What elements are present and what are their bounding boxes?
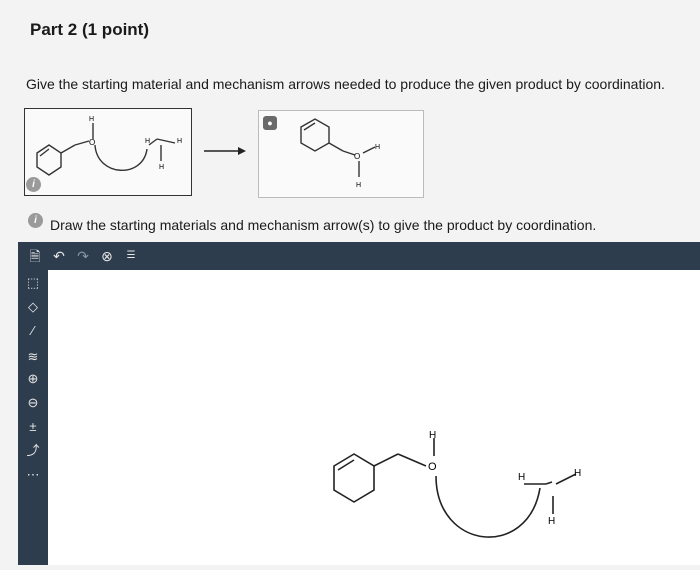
part-title: Part 2 (1 point)	[30, 20, 150, 39]
eraser-icon[interactable]: ◇	[24, 298, 42, 316]
arrow-icon[interactable]: ⤴	[24, 442, 42, 460]
template-icon[interactable]: ☰	[122, 247, 140, 265]
start-h-top: H	[89, 116, 94, 123]
canvas-o: O	[428, 461, 437, 473]
positive-charge-icon[interactable]: ⊕	[24, 370, 42, 388]
product-structure: O H H	[300, 118, 380, 189]
product-h2: H	[356, 182, 361, 189]
product-panel: O H H	[258, 110, 424, 198]
canvas-structure: H O H H H	[333, 430, 581, 538]
zoom-reset-icon[interactable]: ⊗	[98, 247, 116, 265]
info-icon[interactable]: i	[26, 177, 41, 192]
drawing-canvas[interactable]: H O H H H	[48, 270, 700, 565]
plus-minus-icon[interactable]: ±	[24, 418, 42, 436]
canvas-h2: H	[548, 516, 555, 527]
canvas-h1: H	[518, 472, 525, 483]
bond-icon[interactable]: ∕	[24, 322, 42, 340]
start-o: O	[89, 138, 95, 147]
starting-material-structure: H O H H H	[36, 116, 182, 176]
redo-icon[interactable]: ↷	[74, 247, 92, 265]
lone-pair-icon[interactable]: ⋯	[24, 466, 42, 484]
question-prompt: Give the starting material and mechanism…	[26, 76, 665, 92]
editor-toolbar: 🗎 ↶ ↷ ⊗ ☰	[18, 242, 700, 270]
editor-sidebar: ⬚ ◇ ∕ ≋ ⊕ ⊖ ± ⤴ ⋯	[18, 270, 48, 565]
undo-icon[interactable]: ↶	[50, 247, 68, 265]
product-h1: H	[375, 144, 380, 151]
product-o: O	[354, 152, 360, 161]
chain-icon[interactable]: ≋	[24, 348, 42, 366]
canvas-h-top: H	[429, 430, 436, 441]
negative-charge-icon[interactable]: ⊖	[24, 394, 42, 412]
starting-material-panel: H O H H H	[24, 108, 192, 196]
lock-icon: ●	[263, 116, 277, 130]
start-h3: H	[177, 138, 182, 145]
instruction-info-icon[interactable]: i	[28, 213, 43, 228]
new-document-icon[interactable]: 🗎	[26, 247, 44, 265]
instruction-text: Draw the starting materials and mechanis…	[50, 217, 597, 233]
start-h2: H	[159, 164, 164, 171]
canvas-h3: H	[574, 468, 581, 479]
start-h1: H	[145, 138, 150, 145]
reaction-arrow	[204, 147, 246, 155]
select-icon[interactable]: ⬚	[24, 274, 42, 292]
